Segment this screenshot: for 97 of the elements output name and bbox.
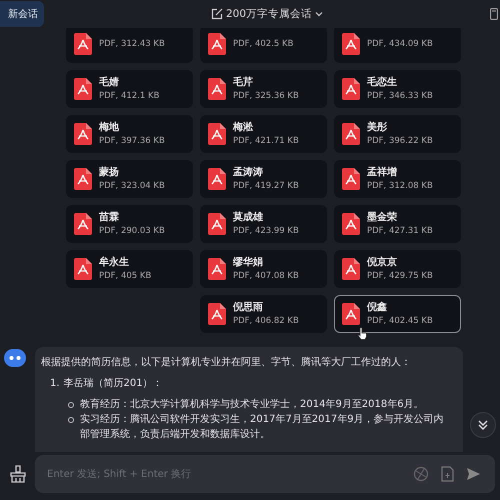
new-chat-button[interactable]: 新会话 bbox=[0, 1, 44, 27]
file-card[interactable]: 梅淞 PDF, 421.71 KB bbox=[200, 115, 327, 153]
broom-icon[interactable] bbox=[9, 465, 27, 483]
hand-cursor-icon bbox=[357, 327, 367, 340]
pdf-file-icon bbox=[342, 213, 360, 235]
file-name: 孟涛涛 bbox=[233, 166, 264, 178]
file-info: PDF, 325.36 KB bbox=[233, 90, 299, 102]
file-card[interactable]: 牟永生 PDF, 405 KB bbox=[66, 250, 193, 288]
file-info: PDF, 397.36 KB bbox=[99, 136, 165, 146]
file-info: PDF, 312.08 KB bbox=[367, 180, 433, 192]
file-name: 毛芹 bbox=[233, 76, 254, 88]
file-name: 倪鑫 bbox=[367, 302, 388, 314]
file-card[interactable]: 孟祥增 PDF, 312.08 KB bbox=[334, 160, 461, 198]
pdf-file-icon bbox=[74, 33, 92, 55]
file-info: PDF, 427.31 KB bbox=[367, 226, 433, 236]
file-card[interactable]: 孟涛涛 PDF, 419.27 KB bbox=[200, 160, 327, 198]
file-info: PDF, 405 KB bbox=[99, 270, 152, 282]
bullet-icon bbox=[68, 402, 74, 408]
bullet-icon bbox=[68, 417, 74, 423]
message-text: 根据提供的简历信息，以下是计算机专业并在阿里、字节、腾讯等大厂工作过的人： bbox=[41, 356, 412, 370]
pdf-file-icon bbox=[208, 78, 226, 100]
file-card[interactable]: 美彤 PDF, 396.22 KB bbox=[334, 115, 461, 153]
file-card[interactable]: 毛婧 PDF, 412.1 KB bbox=[66, 70, 193, 108]
file-name: 孟祥增 bbox=[367, 166, 398, 178]
file-card[interactable]: PDF, 312.43 KB bbox=[66, 28, 193, 63]
pdf-file-icon bbox=[208, 168, 226, 190]
file-info: PDF, 421.71 KB bbox=[233, 136, 299, 146]
file-card[interactable]: PDF, 434.09 KB bbox=[334, 28, 461, 63]
file-info: PDF, 407.08 KB bbox=[233, 270, 299, 282]
file-name: 美彤 bbox=[367, 122, 388, 134]
pdf-file-icon bbox=[342, 123, 360, 145]
pdf-file-icon bbox=[74, 213, 92, 235]
file-card[interactable]: PDF, 402.5 KB bbox=[200, 28, 327, 63]
list-number: 1. bbox=[50, 377, 60, 391]
file-name: 梅地 bbox=[99, 122, 120, 134]
message-input-field[interactable]: Enter 发送; Shift + Enter 换行 bbox=[35, 455, 495, 493]
file-name: 毛恋生 bbox=[367, 76, 398, 88]
file-info: PDF, 402.45 KB bbox=[367, 316, 433, 326]
file-card[interactable]: 缪华娟 PDF, 407.08 KB bbox=[200, 250, 327, 288]
file-name: 缪华娟 bbox=[233, 256, 264, 268]
file-card[interactable]: 毛芹 PDF, 325.36 KB bbox=[200, 70, 327, 108]
file-card[interactable]: 倪京京 PDF, 429.75 KB bbox=[334, 250, 461, 288]
file-info: PDF, 429.75 KB bbox=[367, 270, 433, 282]
file-name: 倪思雨 bbox=[233, 302, 264, 314]
file-name: 梅淞 bbox=[233, 122, 254, 134]
chevron-down-icon[interactable] bbox=[315, 11, 324, 17]
edit-icon bbox=[210, 8, 223, 20]
file-name: 墨金荣 bbox=[367, 212, 398, 224]
file-card[interactable]: 梅地 PDF, 397.36 KB bbox=[66, 115, 193, 153]
scroll-down-button[interactable] bbox=[470, 412, 496, 438]
list-item-title: 李岳瑞（简历201）： bbox=[64, 376, 163, 391]
message-input[interactable]: Enter 发送; Shift + Enter 换行 bbox=[45, 468, 401, 480]
pdf-file-icon bbox=[342, 33, 360, 55]
file-name: 牟永生 bbox=[99, 256, 130, 268]
pdf-file-icon bbox=[74, 168, 92, 190]
pdf-file-icon bbox=[208, 213, 226, 235]
file-card[interactable]: 莫成雄 PDF, 423.99 KB bbox=[200, 205, 327, 243]
file-card[interactable]: 毛恋生 PDF, 346.33 KB bbox=[334, 70, 461, 108]
pdf-file-icon bbox=[74, 258, 92, 280]
pdf-file-icon bbox=[342, 258, 360, 280]
file-name: 莫成雄 bbox=[233, 212, 264, 224]
pdf-file-icon bbox=[342, 78, 360, 100]
file-info: PDF, 346.33 KB bbox=[367, 90, 433, 102]
file-info: PDF, 323.04 KB bbox=[99, 180, 165, 192]
file-info: PDF, 290.03 KB bbox=[99, 226, 165, 236]
list-item-text: 教育经历：北京大学计算机科学与技术专业学士，2014年9月至2018年6月。 bbox=[80, 398, 425, 412]
file-info: PDF, 419.27 KB bbox=[233, 180, 299, 192]
pdf-file-icon bbox=[208, 33, 226, 55]
file-info: PDF, 412.1 KB bbox=[99, 90, 160, 102]
pdf-file-icon bbox=[208, 303, 226, 325]
pdf-file-icon bbox=[342, 303, 360, 325]
file-info: PDF, 434.09 KB bbox=[367, 38, 433, 50]
file-info: PDF, 312.43 KB bbox=[99, 38, 165, 50]
pdf-file-icon bbox=[208, 258, 226, 280]
file-name: 苗霖 bbox=[99, 212, 120, 224]
pdf-file-icon bbox=[74, 123, 92, 145]
pdf-file-icon bbox=[342, 168, 360, 190]
file-name: 倪京京 bbox=[367, 256, 398, 268]
pdf-file-icon bbox=[208, 123, 226, 145]
file-info: PDF, 406.82 KB bbox=[233, 316, 299, 326]
document-icon[interactable] bbox=[490, 8, 498, 20]
double-chevron-down-icon bbox=[477, 419, 489, 431]
pdf-file-icon bbox=[74, 78, 92, 100]
file-card[interactable]: 苗霖 PDF, 290.03 KB bbox=[66, 205, 193, 243]
file-upload-icon[interactable] bbox=[441, 466, 454, 482]
file-card[interactable]: 墨金荣 PDF, 427.31 KB bbox=[334, 205, 461, 243]
conversation-title[interactable]: 200万字专属会话 bbox=[226, 7, 312, 21]
file-name: 蒙扬 bbox=[99, 166, 120, 178]
file-card[interactable]: 倪思雨 PDF, 406.82 KB bbox=[200, 295, 327, 333]
file-name: 毛婧 bbox=[99, 76, 120, 88]
file-info: PDF, 402.5 KB bbox=[233, 38, 294, 50]
file-info: PDF, 423.99 KB bbox=[233, 226, 299, 236]
bot-avatar-icon bbox=[4, 349, 26, 367]
list-item-text: 实习经历：腾讯公司软件开发实习生，2017年7月至2017年9月，参与开发公司内部管理系统，负责后端开发和数据库设计。 bbox=[80, 412, 445, 442]
send-icon[interactable] bbox=[466, 467, 481, 481]
file-card[interactable]: 蒙扬 PDF, 323.04 KB bbox=[66, 160, 193, 198]
file-info: PDF, 396.22 KB bbox=[367, 136, 433, 146]
